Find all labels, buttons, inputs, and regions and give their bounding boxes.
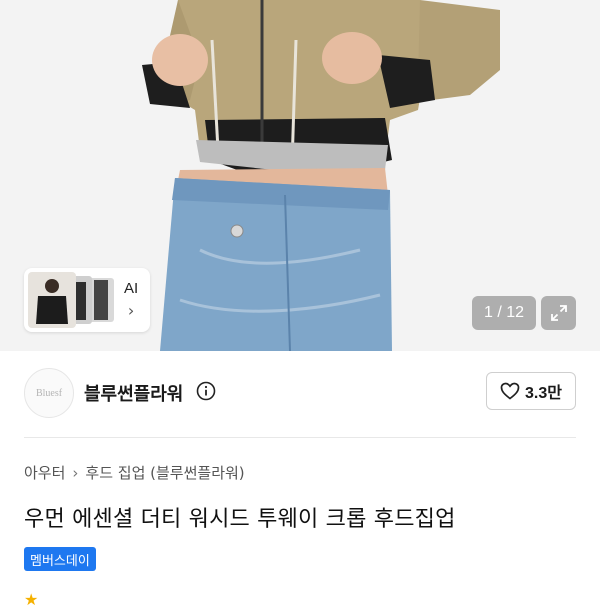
like-button[interactable]: 3.3만: [486, 372, 576, 410]
like-count: 3.3만: [525, 385, 562, 402]
chevron-right-icon: ›: [127, 301, 135, 320]
expand-button[interactable]: [541, 296, 576, 330]
expand-icon: [550, 305, 567, 321]
product-image-gallery[interactable]: AI › 1 / 12: [0, 0, 600, 351]
shop-row[interactable]: Bluesf 블루썬플라워 3.3만: [0, 351, 600, 437]
breadcrumb: 아우터 › 후드 집업 (블루썬플라워): [24, 462, 245, 483]
chevron-right-icon: ›: [72, 463, 79, 482]
ai-thumbnails: [28, 272, 114, 328]
breadcrumb-subcategory[interactable]: 후드 집업 (블루썬플라워): [85, 462, 244, 483]
ai-lookbook-chip[interactable]: AI ›: [24, 268, 150, 332]
product-title: 우먼 에센셜 더티 워시드 투웨이 크롭 후드집업: [24, 507, 456, 532]
shop-logo[interactable]: Bluesf: [24, 368, 74, 418]
shop-name[interactable]: 블루썬플라워: [84, 380, 183, 406]
breadcrumb-category[interactable]: 아우터: [24, 462, 65, 483]
divider: [24, 437, 576, 438]
info-icon[interactable]: [196, 381, 216, 401]
image-counter: 1 / 12: [472, 296, 536, 330]
event-badge: 멤버스데이: [24, 547, 96, 571]
heart-icon: [500, 382, 520, 400]
ai-label: AI: [124, 280, 139, 297]
